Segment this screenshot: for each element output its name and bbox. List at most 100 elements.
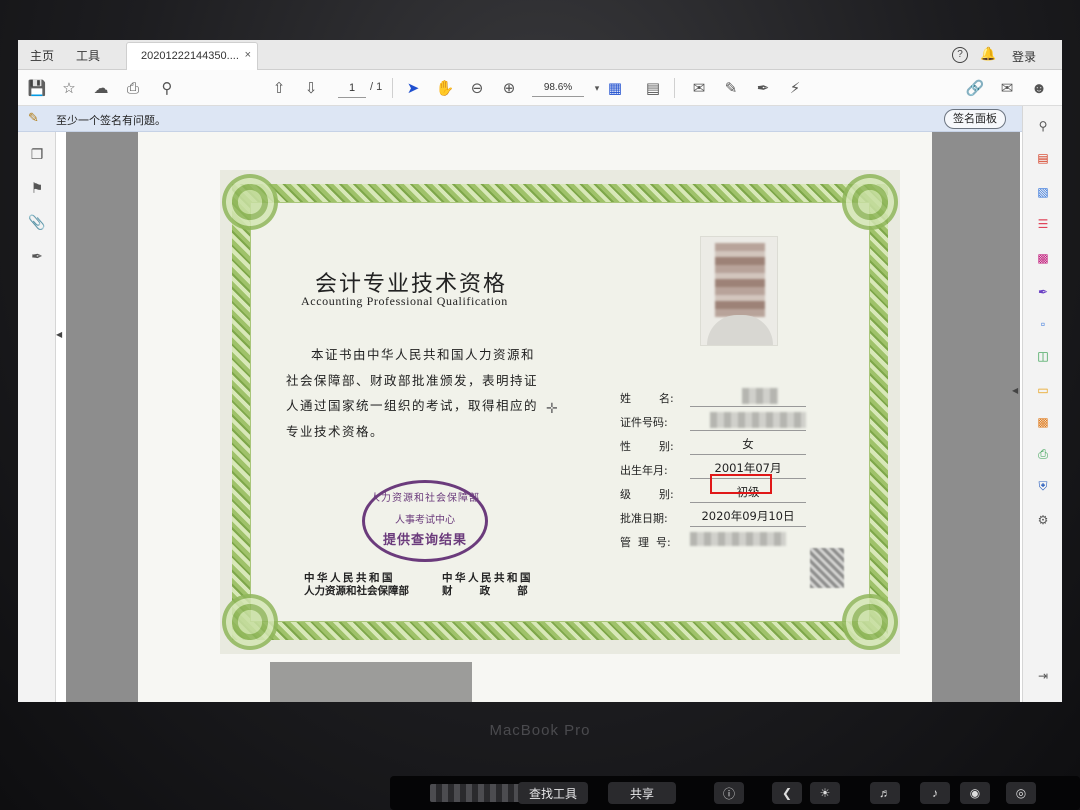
signature-panel-button[interactable]: 签名面板 xyxy=(944,109,1006,129)
issuer-right-line2: 财 政 部 xyxy=(442,585,531,597)
sign-pen-icon[interactable]: ✒ xyxy=(752,78,774,98)
mail-icon[interactable]: ✉ xyxy=(996,78,1018,98)
bookmark-icon[interactable]: ⚑ xyxy=(27,180,47,200)
certificate-body-text: 本证书由中华人民共和国人力资源和社会保障部、财政部批准颁发，表明持证人通过国家统… xyxy=(286,347,539,439)
stamp-tool-icon[interactable]: ⚡ xyxy=(784,78,806,98)
certificate-subtitle: Accounting Professional Qualification xyxy=(301,294,508,308)
signature-icon[interactable]: ✒ xyxy=(27,248,47,268)
comment-tool-icon[interactable]: ▩ xyxy=(1033,412,1053,432)
field-underline xyxy=(690,502,806,503)
hand-icon[interactable]: ✋ xyxy=(434,78,456,98)
corner-ornament xyxy=(842,174,898,230)
search-zoom-icon[interactable]: ⚲ xyxy=(1033,116,1053,136)
print-icon[interactable]: ⎙ xyxy=(122,78,144,98)
login-link[interactable]: 登录 xyxy=(1012,48,1036,65)
certificate: 会计专业技术资格 Accounting Professional Qualifi… xyxy=(220,170,900,654)
touchbar-mute-icon[interactable]: ♪ xyxy=(920,782,950,804)
bell-icon[interactable]: 🔔 xyxy=(980,46,996,62)
edit-pdf-icon[interactable]: ▩ xyxy=(1033,248,1053,268)
birth-label: 出生年月: xyxy=(620,464,668,477)
document-view[interactable]: 会计专业技术资格 Accounting Professional Qualifi… xyxy=(66,132,1020,702)
page-down-icon[interactable]: ⇩ xyxy=(300,78,322,98)
touchbar-brightness-icon[interactable]: ☀ xyxy=(810,782,840,804)
touchbar-volume-icon[interactable]: ♬ xyxy=(870,782,900,804)
signature-warning-icon: ✎ xyxy=(28,110,39,125)
zoom-in-icon[interactable]: ⊕ xyxy=(498,78,520,98)
expand-pane-icon[interactable]: ⇥ xyxy=(1033,666,1053,686)
qr-code-blurred xyxy=(810,548,844,588)
zoom-search-icon[interactable]: ⚲ xyxy=(156,78,178,98)
id-number-value-blurred xyxy=(710,412,806,428)
highlight-pen-icon[interactable]: ✎ xyxy=(720,78,742,98)
name-label: 姓 名: xyxy=(620,392,674,405)
upload-cloud-icon[interactable]: ☁ xyxy=(90,78,112,98)
approval-date-label: 批准日期: xyxy=(620,512,668,525)
field-underline xyxy=(690,406,806,407)
more-tools-icon[interactable]: ⚙ xyxy=(1033,510,1053,530)
gender-label: 性 别: xyxy=(620,440,674,453)
page-number-input[interactable]: 1 xyxy=(338,78,366,98)
issuer-right-line1: 中华人民共和国 xyxy=(442,572,533,584)
zoom-out-icon[interactable]: ⊖ xyxy=(466,78,488,98)
save-icon[interactable]: 💾 xyxy=(26,78,48,98)
touchbar-share-button[interactable]: 共享 xyxy=(608,782,676,804)
stamp-center-text: 人事考试中心 xyxy=(395,515,455,526)
user-add-icon[interactable]: ☻ xyxy=(1028,78,1050,98)
toolbar-divider xyxy=(674,78,675,98)
help-icon[interactable]: ? xyxy=(952,47,968,63)
photo-face-blurred xyxy=(715,243,765,317)
management-number-blurred xyxy=(690,532,786,546)
name-value-blurred xyxy=(742,388,778,404)
select-cursor-icon[interactable]: ➤ xyxy=(402,78,424,98)
organize-pages-icon[interactable]: ☰ xyxy=(1033,214,1053,234)
approval-date-value: 2020年09月10日 xyxy=(701,509,795,523)
fill-sign-icon[interactable]: ✒ xyxy=(1033,282,1053,302)
management-number-label: 管 理 号: xyxy=(620,536,671,549)
signature-notice-bar: ✎ 至少一个签名有问题。 签名面板 xyxy=(18,106,1022,132)
photo-shirt xyxy=(707,315,773,345)
attachment-icon[interactable]: 📎 xyxy=(27,214,47,234)
issuer-left-line2: 人力资源和社会保障部 xyxy=(304,585,409,597)
fit-page-icon[interactable]: ▦ xyxy=(604,78,626,98)
touchbar-touchid-icon[interactable]: ◎ xyxy=(1006,782,1036,804)
issuer-left: 中华人民共和国 人力资源和社会保障部 xyxy=(304,572,409,598)
touchbar-info-icon[interactable]: ⓘ xyxy=(714,782,744,804)
left-pane-toggle[interactable]: ◀ xyxy=(56,330,62,339)
touch-bar: 查找工具 共享 ⓘ ❮ ☀ ♬ ♪ ◉ ◎ xyxy=(390,776,1080,810)
field-underline xyxy=(690,454,806,455)
corner-ornament xyxy=(222,594,278,650)
touchbar-siri-icon[interactable]: ◉ xyxy=(960,782,990,804)
comment-icon[interactable]: ✉ xyxy=(688,78,710,98)
right-pane-toggle[interactable]: ◀ xyxy=(1012,386,1018,395)
create-pdf-icon[interactable]: ▧ xyxy=(1033,182,1053,202)
page-thumbnails-icon[interactable]: ❐ xyxy=(27,146,47,166)
level-label: 级 别: xyxy=(620,488,674,501)
print-production-icon[interactable]: ⎙ xyxy=(1033,444,1053,464)
right-tools-pane: ⚲ ▤ ▧ ☰ ▩ ✒ ▫ ◫ ▭ ▩ ⎙ ⛨ ⚙ ⇥ xyxy=(1022,106,1062,702)
signature-warning-text: 至少一个签名有问题。 xyxy=(56,115,166,127)
pdf-page: 会计专业技术资格 Accounting Professional Qualifi… xyxy=(138,132,932,702)
app-window: 主页 工具 20201222144350.... × ? 🔔 登录 💾 ☆ ☁ … xyxy=(18,40,1062,702)
protect-shield-icon[interactable]: ⛨ xyxy=(1033,476,1053,496)
stamp-bottom-text: 提供查询结果 xyxy=(382,533,467,548)
tab-tools[interactable]: 工具 xyxy=(76,47,100,64)
link-icon[interactable]: 🔗 xyxy=(964,78,986,98)
combine-files-icon[interactable]: ▭ xyxy=(1033,380,1053,400)
field-underline xyxy=(690,430,806,431)
level-highlight-box xyxy=(710,474,772,494)
star-icon[interactable]: ☆ xyxy=(58,78,80,98)
left-nav-pane: ❐ ⚑ 📎 ✒ xyxy=(18,132,56,702)
page-up-icon[interactable]: ⇧ xyxy=(268,78,290,98)
scroll-mode-icon[interactable]: ▤ xyxy=(642,78,664,98)
id-number-label: 证件号码: xyxy=(620,416,668,429)
export-pdf-icon[interactable]: ▤ xyxy=(1033,148,1053,168)
zoom-select[interactable]: 98.6% xyxy=(532,79,584,97)
touchbar-back-icon[interactable]: ❮ xyxy=(772,782,802,804)
tab-document[interactable]: 20201222144350.... × xyxy=(126,42,258,70)
page-total: / 1 xyxy=(370,81,383,93)
compare-files-icon[interactable]: ◫ xyxy=(1033,346,1053,366)
close-icon[interactable]: × xyxy=(245,49,251,61)
send-review-icon[interactable]: ▫ xyxy=(1033,314,1053,334)
touchbar-find-tool-button[interactable]: 查找工具 xyxy=(518,782,588,804)
tab-home[interactable]: 主页 xyxy=(30,47,54,64)
